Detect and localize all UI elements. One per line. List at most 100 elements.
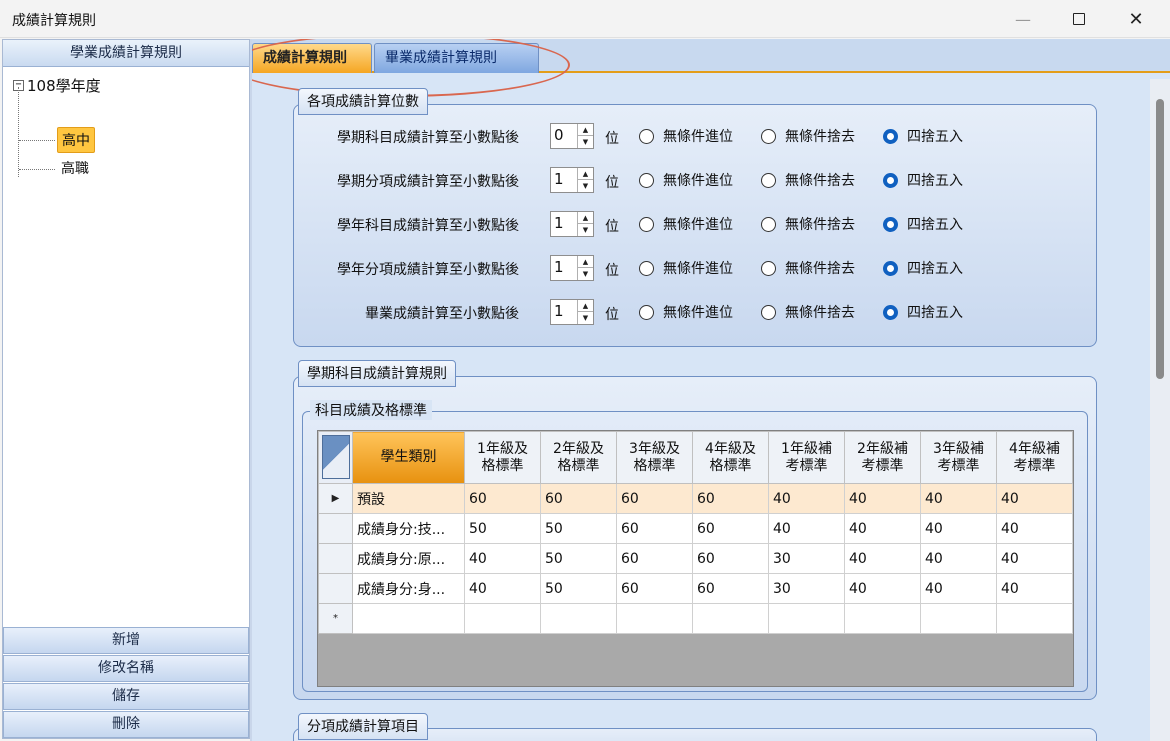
save-button[interactable]: 儲存 bbox=[3, 683, 249, 710]
table-row[interactable]: 成績身分:技... 50 50 60 60 40 40 40 40 bbox=[318, 513, 1073, 544]
score-cell[interactable]: 40 bbox=[920, 483, 997, 514]
radio-circle-icon[interactable] bbox=[639, 260, 654, 276]
rounding-option-radio[interactable]: 四捨五入 bbox=[883, 258, 963, 278]
close-button[interactable]: ✕ bbox=[1108, 0, 1164, 38]
stepper-value[interactable]: 0 bbox=[554, 126, 564, 144]
stepper-up-icon[interactable]: ▲ bbox=[578, 212, 593, 224]
table-row[interactable]: 成績身分:原... 40 50 60 60 30 40 40 40 bbox=[318, 543, 1073, 574]
score-cell[interactable]: 30 bbox=[768, 543, 845, 574]
column-header[interactable]: 2年級補 考標準 bbox=[844, 431, 921, 484]
decimal-places-stepper[interactable]: 1 ▲ ▼ bbox=[550, 167, 594, 193]
rounding-option-radio[interactable]: 四捨五入 bbox=[883, 170, 963, 190]
stepper-down-icon[interactable]: ▼ bbox=[578, 180, 593, 192]
rounding-option-radio[interactable]: 無條件捨去 bbox=[761, 302, 855, 322]
stepper-down-icon[interactable]: ▼ bbox=[578, 268, 593, 280]
score-cell[interactable]: 30 bbox=[768, 573, 845, 604]
score-cell[interactable]: 50 bbox=[540, 543, 617, 574]
row-header[interactable]: ▶ bbox=[318, 483, 353, 514]
new-row[interactable]: * bbox=[318, 603, 1073, 634]
tree-root[interactable]: − 108學年度 bbox=[13, 75, 101, 96]
score-cell[interactable] bbox=[692, 603, 769, 634]
score-cell[interactable]: 60 bbox=[616, 513, 693, 544]
decimal-places-stepper[interactable]: 1 ▲ ▼ bbox=[550, 299, 594, 325]
stepper-up-icon[interactable]: ▲ bbox=[578, 256, 593, 268]
tree-node-senior-high[interactable]: 高中 bbox=[57, 127, 95, 153]
score-cell[interactable]: 60 bbox=[616, 483, 693, 514]
score-cell[interactable]: 40 bbox=[464, 543, 541, 574]
score-cell[interactable]: 50 bbox=[540, 513, 617, 544]
score-cell[interactable]: 40 bbox=[768, 483, 845, 514]
stepper-up-icon[interactable]: ▲ bbox=[578, 300, 593, 312]
table-row[interactable]: ▶ 預設 60 60 60 60 40 40 40 40 bbox=[318, 483, 1073, 514]
rounding-option-radio[interactable]: 無條件進位 bbox=[639, 126, 733, 146]
minimize-button[interactable]: — bbox=[995, 0, 1051, 38]
score-cell[interactable]: 40 bbox=[920, 543, 997, 574]
score-cell[interactable] bbox=[464, 603, 541, 634]
radio-circle-icon[interactable] bbox=[761, 172, 776, 188]
score-cell[interactable]: 60 bbox=[692, 483, 769, 514]
column-header[interactable]: 2年級及 格標準 bbox=[540, 431, 617, 484]
column-header[interactable]: 3年級及 格標準 bbox=[616, 431, 693, 484]
table-row[interactable]: 成績身分:身... 40 50 60 60 30 40 40 40 bbox=[318, 573, 1073, 604]
scrollbar-thumb[interactable] bbox=[1156, 99, 1164, 379]
score-cell[interactable] bbox=[844, 603, 921, 634]
rounding-option-radio[interactable]: 無條件捨去 bbox=[761, 258, 855, 278]
score-cell[interactable]: 50 bbox=[540, 573, 617, 604]
stepper-value[interactable]: 1 bbox=[554, 258, 564, 276]
student-kind-cell[interactable] bbox=[352, 603, 465, 634]
radio-circle-icon[interactable] bbox=[883, 216, 898, 232]
radio-circle-icon[interactable] bbox=[761, 128, 776, 144]
score-cell[interactable] bbox=[616, 603, 693, 634]
score-cell[interactable]: 40 bbox=[996, 483, 1073, 514]
score-cell[interactable] bbox=[920, 603, 997, 634]
pass-standard-grid[interactable]: 學生類別 1年級及 格標準 2年級及 格標準 3年級及 格標準 4年級及 格標準 1年級補 考標準… bbox=[317, 430, 1074, 687]
stepper-arrows[interactable]: ▲ ▼ bbox=[577, 124, 593, 148]
score-cell[interactable]: 60 bbox=[616, 543, 693, 574]
stepper-arrows[interactable]: ▲ ▼ bbox=[577, 256, 593, 280]
score-cell[interactable]: 40 bbox=[844, 483, 921, 514]
student-kind-cell[interactable]: 成績身分:技... bbox=[352, 513, 465, 544]
score-cell[interactable]: 60 bbox=[616, 573, 693, 604]
rounding-option-radio[interactable]: 四捨五入 bbox=[883, 214, 963, 234]
row-header[interactable] bbox=[318, 513, 353, 544]
radio-circle-icon[interactable] bbox=[639, 304, 654, 320]
rename-button[interactable]: 修改名稱 bbox=[3, 655, 249, 682]
score-cell[interactable]: 40 bbox=[920, 573, 997, 604]
grid-select-all[interactable] bbox=[318, 431, 353, 484]
score-cell[interactable]: 40 bbox=[844, 513, 921, 544]
score-cell[interactable]: 40 bbox=[844, 543, 921, 574]
radio-circle-icon[interactable] bbox=[761, 260, 776, 276]
radio-circle-icon[interactable] bbox=[639, 172, 654, 188]
row-header[interactable] bbox=[318, 573, 353, 604]
stepper-value[interactable]: 1 bbox=[554, 170, 564, 188]
rounding-option-radio[interactable]: 無條件進位 bbox=[639, 302, 733, 322]
score-cell[interactable]: 60 bbox=[692, 513, 769, 544]
radio-circle-icon[interactable] bbox=[883, 172, 898, 188]
decimal-places-stepper[interactable]: 1 ▲ ▼ bbox=[550, 255, 594, 281]
rounding-option-radio[interactable]: 無條件進位 bbox=[639, 214, 733, 234]
column-header[interactable]: 1年級補 考標準 bbox=[768, 431, 845, 484]
score-cell[interactable] bbox=[540, 603, 617, 634]
stepper-up-icon[interactable]: ▲ bbox=[578, 124, 593, 136]
rounding-option-radio[interactable]: 無條件捨去 bbox=[761, 214, 855, 234]
score-cell[interactable] bbox=[768, 603, 845, 634]
score-cell[interactable]: 60 bbox=[692, 573, 769, 604]
stepper-up-icon[interactable]: ▲ bbox=[578, 168, 593, 180]
score-cell[interactable] bbox=[996, 603, 1073, 634]
stepper-arrows[interactable]: ▲ ▼ bbox=[577, 168, 593, 192]
decimal-places-stepper[interactable]: 1 ▲ ▼ bbox=[550, 211, 594, 237]
radio-circle-icon[interactable] bbox=[883, 260, 898, 276]
column-header[interactable]: 1年級及 格標準 bbox=[464, 431, 541, 484]
score-cell[interactable]: 40 bbox=[996, 543, 1073, 574]
rounding-option-radio[interactable]: 無條件捨去 bbox=[761, 170, 855, 190]
column-header[interactable]: 4年級補 考標準 bbox=[996, 431, 1073, 484]
vertical-scrollbar[interactable] bbox=[1150, 79, 1170, 741]
radio-circle-icon[interactable] bbox=[761, 216, 776, 232]
rounding-option-radio[interactable]: 無條件進位 bbox=[639, 258, 733, 278]
rounding-option-radio[interactable]: 四捨五入 bbox=[883, 302, 963, 322]
tree-node-vocational[interactable]: 高職 bbox=[57, 156, 93, 180]
stepper-down-icon[interactable]: ▼ bbox=[578, 224, 593, 236]
score-cell[interactable]: 60 bbox=[464, 483, 541, 514]
stepper-down-icon[interactable]: ▼ bbox=[578, 136, 593, 148]
score-cell[interactable]: 40 bbox=[996, 513, 1073, 544]
